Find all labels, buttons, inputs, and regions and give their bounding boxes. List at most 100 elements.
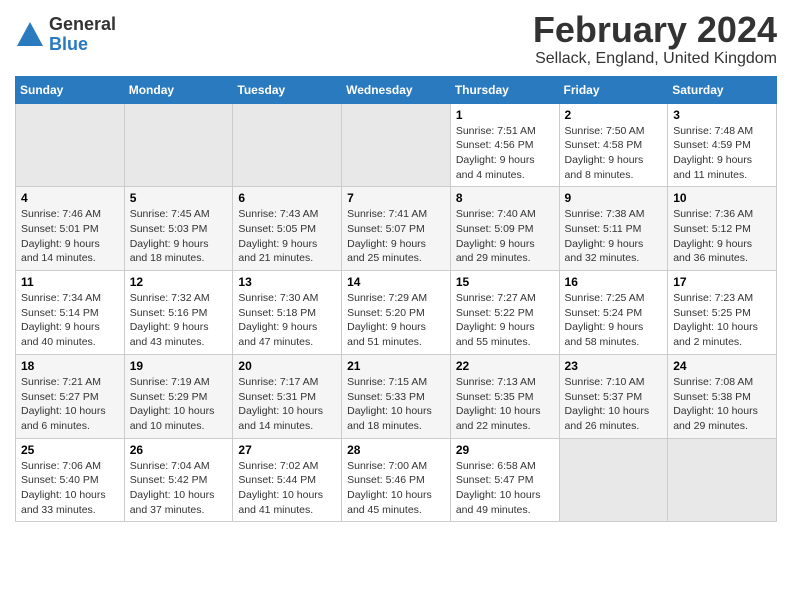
calendar-cell: 18 Sunrise: 7:21 AMSunset: 5:27 PMDayligh…	[16, 354, 125, 438]
day-number: 19	[130, 359, 228, 373]
calendar-cell: 25 Sunrise: 7:06 AMSunset: 5:40 PMDayligh…	[16, 438, 125, 522]
calendar-cell	[124, 103, 233, 187]
calendar-cell: 29Sunrise: 6:58 AMSunset: 5:47 PMDayligh…	[450, 438, 559, 522]
logo: General Blue	[15, 15, 116, 55]
weekday-header-monday: Monday	[124, 76, 233, 103]
day-info: Sunrise: 7:13 AMSunset: 5:35 PMDaylight:…	[456, 375, 554, 434]
day-number: 13	[238, 275, 336, 289]
calendar-cell: 11Sunrise: 7:34 AMSunset: 5:14 PMDayligh…	[16, 271, 125, 355]
day-number: 26	[130, 443, 228, 457]
calendar-cell: 15 Sunrise: 7:27 AMSunset: 5:22 PMDayligh…	[450, 271, 559, 355]
day-info: Sunrise: 7:51 AMSunset: 4:56 PMDaylight:…	[456, 124, 554, 183]
day-info: Sunrise: 7:23 AMSunset: 5:25 PMDaylight:…	[673, 291, 771, 350]
day-number: 8	[456, 191, 554, 205]
day-number: 21	[347, 359, 445, 373]
day-info: Sunrise: 7:45 AMSunset: 5:03 PMDaylight:…	[130, 207, 228, 266]
weekday-header-sunday: Sunday	[16, 76, 125, 103]
calendar-cell: 12Sunrise: 7:32 AMSunset: 5:16 PMDayligh…	[124, 271, 233, 355]
day-number: 16	[565, 275, 663, 289]
day-number: 22	[456, 359, 554, 373]
calendar-cell: 19 Sunrise: 7:19 AMSunset: 5:29 PMDayligh…	[124, 354, 233, 438]
calendar-cell: 2 Sunrise: 7:50 AMSunset: 4:58 PMDaylight…	[559, 103, 668, 187]
calendar-cell: 4Sunrise: 7:46 AMSunset: 5:01 PMDaylight…	[16, 187, 125, 271]
day-number: 11	[21, 275, 119, 289]
calendar-week-1: 1Sunrise: 7:51 AMSunset: 4:56 PMDaylight…	[16, 103, 777, 187]
calendar-week-2: 4Sunrise: 7:46 AMSunset: 5:01 PMDaylight…	[16, 187, 777, 271]
weekday-header-row: SundayMondayTuesdayWednesdayThursdayFrid…	[16, 76, 777, 103]
day-number: 23	[565, 359, 663, 373]
day-number: 2	[565, 108, 663, 122]
weekday-header-saturday: Saturday	[668, 76, 777, 103]
day-info: Sunrise: 7:40 AMSunset: 5:09 PMDaylight:…	[456, 207, 554, 266]
weekday-header-friday: Friday	[559, 76, 668, 103]
calendar-cell: 1Sunrise: 7:51 AMSunset: 4:56 PMDaylight…	[450, 103, 559, 187]
logo-icon	[15, 20, 45, 50]
calendar-cell: 8 Sunrise: 7:40 AMSunset: 5:09 PMDaylight…	[450, 187, 559, 271]
day-info: Sunrise: 7:30 AMSunset: 5:18 PMDaylight:…	[238, 291, 336, 350]
calendar-cell	[342, 103, 451, 187]
day-number: 18	[21, 359, 119, 373]
day-number: 3	[673, 108, 771, 122]
calendar-cell: 28 Sunrise: 7:00 AMSunset: 5:46 PMDayligh…	[342, 438, 451, 522]
calendar-header: SundayMondayTuesdayWednesdayThursdayFrid…	[16, 76, 777, 103]
day-number: 7	[347, 191, 445, 205]
calendar-cell: 7 Sunrise: 7:41 AMSunset: 5:07 PMDaylight…	[342, 187, 451, 271]
calendar-location: Sellack, England, United Kingdom	[533, 50, 777, 68]
calendar-cell: 9Sunrise: 7:38 AMSunset: 5:11 PMDaylight…	[559, 187, 668, 271]
calendar-cell: 21Sunrise: 7:15 AMSunset: 5:33 PMDayligh…	[342, 354, 451, 438]
day-info: Sunrise: 7:50 AMSunset: 4:58 PMDaylight:…	[565, 124, 663, 183]
day-number: 17	[673, 275, 771, 289]
day-info: Sunrise: 7:02 AMSunset: 5:44 PMDaylight:…	[238, 459, 336, 518]
day-info: Sunrise: 7:41 AMSunset: 5:07 PMDaylight:…	[347, 207, 445, 266]
day-info: Sunrise: 7:19 AMSunset: 5:29 PMDaylight:…	[130, 375, 228, 434]
weekday-header-thursday: Thursday	[450, 76, 559, 103]
calendar-cell	[668, 438, 777, 522]
day-info: Sunrise: 7:00 AMSunset: 5:46 PMDaylight:…	[347, 459, 445, 518]
day-info: Sunrise: 7:17 AMSunset: 5:31 PMDaylight:…	[238, 375, 336, 434]
logo-blue-text: Blue	[49, 35, 116, 55]
calendar-week-5: 25 Sunrise: 7:06 AMSunset: 5:40 PMDayligh…	[16, 438, 777, 522]
day-info: Sunrise: 7:08 AMSunset: 5:38 PMDaylight:…	[673, 375, 771, 434]
calendar-cell: 26 Sunrise: 7:04 AMSunset: 5:42 PMDayligh…	[124, 438, 233, 522]
day-info: Sunrise: 7:10 AMSunset: 5:37 PMDaylight:…	[565, 375, 663, 434]
calendar-body: 1Sunrise: 7:51 AMSunset: 4:56 PMDaylight…	[16, 103, 777, 522]
day-number: 6	[238, 191, 336, 205]
calendar-cell	[16, 103, 125, 187]
calendar-cell: 13 Sunrise: 7:30 AMSunset: 5:18 PMDayligh…	[233, 271, 342, 355]
day-info: Sunrise: 7:48 AMSunset: 4:59 PMDaylight:…	[673, 124, 771, 183]
day-info: Sunrise: 7:43 AMSunset: 5:05 PMDaylight:…	[238, 207, 336, 266]
day-number: 25	[21, 443, 119, 457]
weekday-header-wednesday: Wednesday	[342, 76, 451, 103]
calendar-cell: 23 Sunrise: 7:10 AMSunset: 5:37 PMDayligh…	[559, 354, 668, 438]
title-area: February 2024 Sellack, England, United K…	[533, 10, 777, 68]
day-number: 15	[456, 275, 554, 289]
day-number: 29	[456, 443, 554, 457]
day-info: Sunrise: 7:21 AMSunset: 5:27 PMDaylight:…	[21, 375, 119, 434]
day-info: Sunrise: 7:06 AMSunset: 5:40 PMDaylight:…	[21, 459, 119, 518]
day-info: Sunrise: 7:27 AMSunset: 5:22 PMDaylight:…	[456, 291, 554, 350]
calendar-cell: 27 Sunrise: 7:02 AMSunset: 5:44 PMDayligh…	[233, 438, 342, 522]
calendar-cell: 5 Sunrise: 7:45 AMSunset: 5:03 PMDaylight…	[124, 187, 233, 271]
day-number: 27	[238, 443, 336, 457]
logo-general-text: General	[49, 15, 116, 35]
day-number: 28	[347, 443, 445, 457]
calendar-cell: 20Sunrise: 7:17 AMSunset: 5:31 PMDayligh…	[233, 354, 342, 438]
day-number: 14	[347, 275, 445, 289]
calendar-title: February 2024	[533, 10, 777, 50]
weekday-header-tuesday: Tuesday	[233, 76, 342, 103]
day-info: Sunrise: 7:36 AMSunset: 5:12 PMDaylight:…	[673, 207, 771, 266]
calendar-week-3: 11Sunrise: 7:34 AMSunset: 5:14 PMDayligh…	[16, 271, 777, 355]
day-info: Sunrise: 7:32 AMSunset: 5:16 PMDaylight:…	[130, 291, 228, 350]
day-info: Sunrise: 7:25 AMSunset: 5:24 PMDaylight:…	[565, 291, 663, 350]
day-number: 5	[130, 191, 228, 205]
calendar-cell: 3 Sunrise: 7:48 AMSunset: 4:59 PMDaylight…	[668, 103, 777, 187]
day-info: Sunrise: 7:38 AMSunset: 5:11 PMDaylight:…	[565, 207, 663, 266]
calendar-cell	[233, 103, 342, 187]
calendar-cell: 10 Sunrise: 7:36 AMSunset: 5:12 PMDayligh…	[668, 187, 777, 271]
calendar-cell: 17 Sunrise: 7:23 AMSunset: 5:25 PMDayligh…	[668, 271, 777, 355]
calendar-cell: 14Sunrise: 7:29 AMSunset: 5:20 PMDayligh…	[342, 271, 451, 355]
day-number: 10	[673, 191, 771, 205]
header: General Blue February 2024 Sellack, Engl…	[15, 10, 777, 68]
day-info: Sunrise: 7:04 AMSunset: 5:42 PMDaylight:…	[130, 459, 228, 518]
day-number: 24	[673, 359, 771, 373]
